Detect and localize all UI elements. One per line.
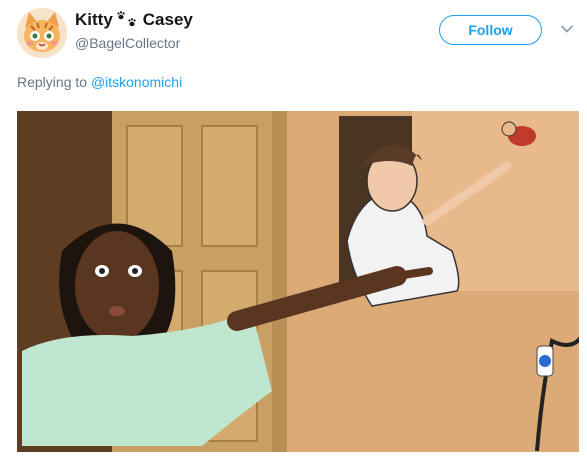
follow-button[interactable]: Follow [439,15,542,45]
display-name[interactable]: Kitty Casey [75,10,193,30]
replying-to: Replying to @itskonomichi [17,74,182,90]
paw-prints-icon [116,11,140,29]
avatar[interactable] [17,8,67,58]
user-handle[interactable]: @BagelCollector [75,35,180,51]
chevron-down-icon[interactable] [560,22,574,36]
display-name-second[interactable]: Casey [143,10,193,30]
replying-prefix: Replying to [17,74,88,90]
display-name-first[interactable]: Kitty [75,10,113,30]
media-illustration [17,111,579,452]
reply-mention-link[interactable]: @itskonomichi [91,74,182,90]
tweet-media-image[interactable] [17,111,579,452]
cat-avatar-icon [17,8,67,58]
